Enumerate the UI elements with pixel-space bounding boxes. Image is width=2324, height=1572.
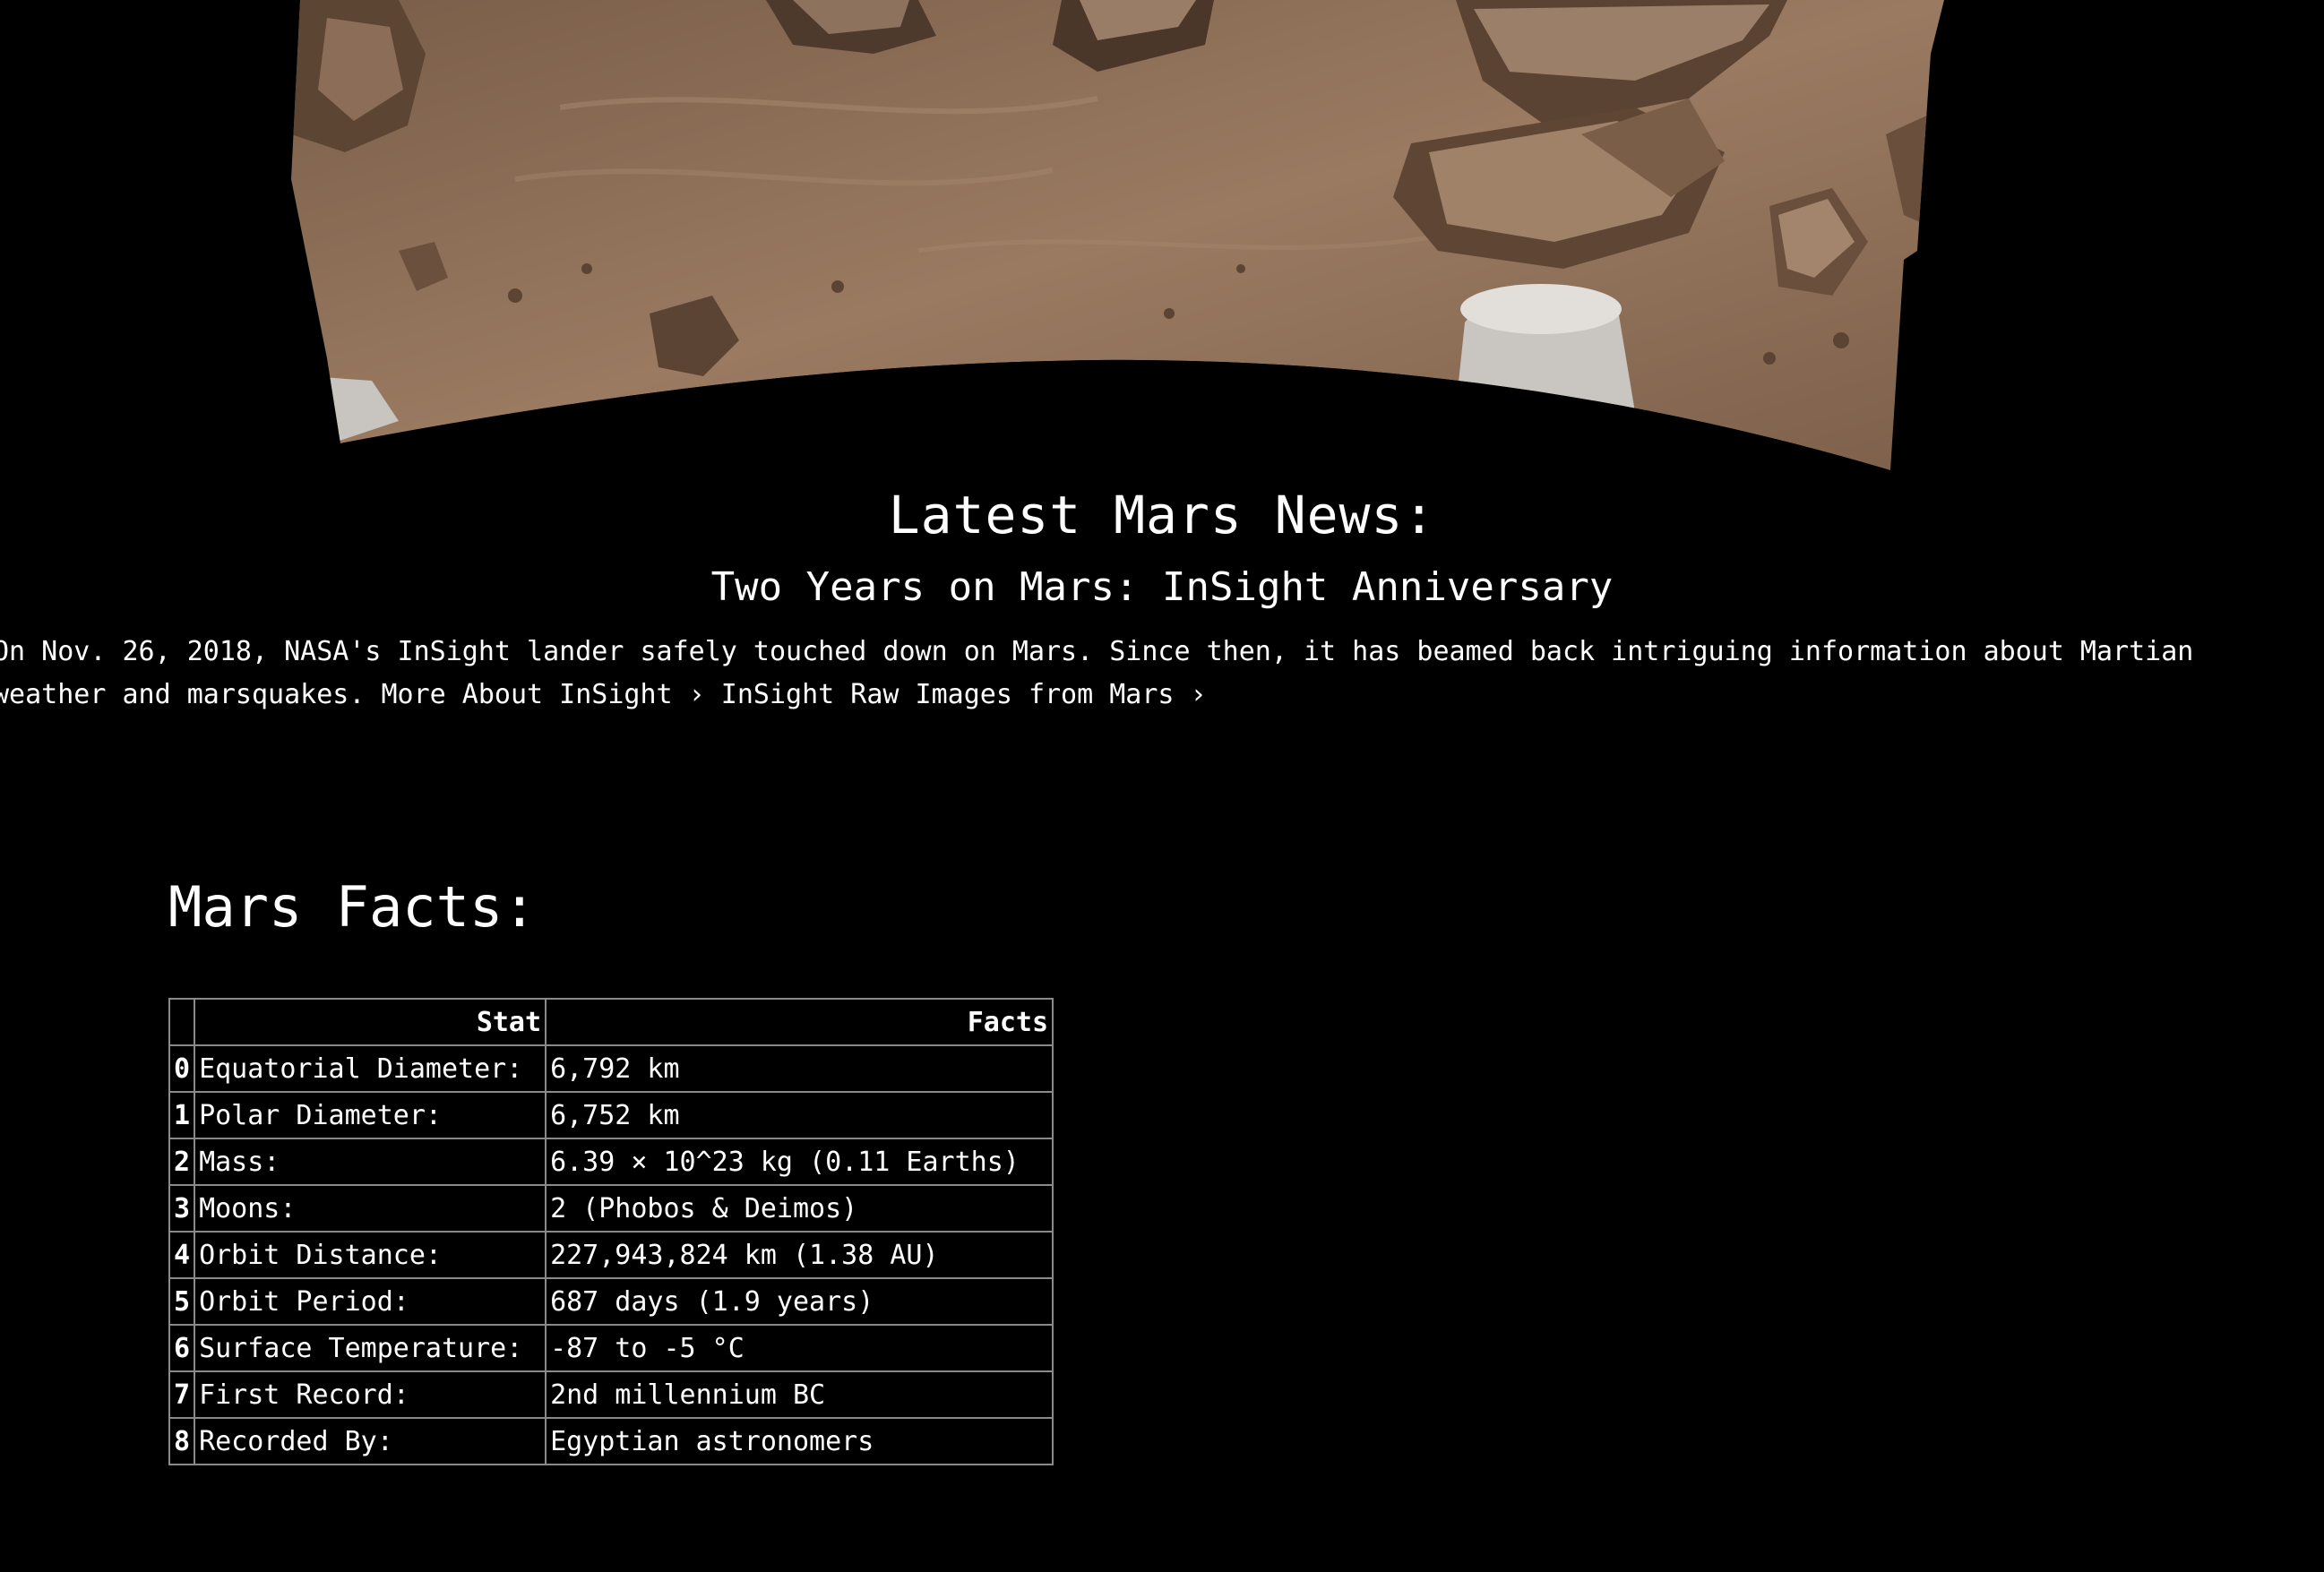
column-header-stat: Stat — [194, 998, 547, 1046]
stat-cell: Equatorial Diameter: — [194, 1044, 547, 1093]
news-paragraph-line-1: On Nov. 26, 2018, NASA's InSight lander … — [0, 636, 2194, 667]
stat-cell: Recorded By: — [194, 1417, 547, 1465]
row-index: 3 — [168, 1184, 196, 1233]
stat-cell: Orbit Period: — [194, 1277, 547, 1326]
table-row: 5 Orbit Period: 687 days (1.9 years) — [168, 1277, 1054, 1326]
fact-cell: Egyptian astronomers — [545, 1417, 1054, 1465]
table-row: 2 Mass: 6.39 × 10^23 kg (0.11 Earths) — [168, 1138, 1054, 1186]
fact-cell: 6,792 km — [545, 1044, 1054, 1093]
fact-cell: 2 (Phobos & Deimos) — [545, 1184, 1054, 1233]
row-index: 5 — [168, 1277, 196, 1326]
table-row: 0 Equatorial Diameter: 6,792 km — [168, 1044, 1054, 1093]
stat-cell: Mass: — [194, 1138, 547, 1186]
stat-cell: Orbit Distance: — [194, 1231, 547, 1279]
news-article-title: Two Years on Mars: InSight Anniversary — [710, 564, 1614, 610]
facts-heading: Mars Facts: — [168, 874, 537, 940]
row-index: 7 — [168, 1370, 196, 1419]
fact-cell: 2nd millennium BC — [545, 1370, 1054, 1419]
table-row: 3 Moons: 2 (Phobos & Deimos) — [168, 1184, 1054, 1233]
row-index: 4 — [168, 1231, 196, 1279]
stat-cell: Surface Temperature: — [194, 1324, 547, 1372]
fact-cell: -87 to -5 °C — [545, 1324, 1054, 1372]
table-row: 1 Polar Diameter: 6,752 km — [168, 1091, 1054, 1139]
column-header-facts: Facts — [545, 998, 1054, 1046]
fact-cell: 227,943,824 km (1.38 AU) — [545, 1231, 1054, 1279]
table-row: 4 Orbit Distance: 227,943,824 km (1.38 A… — [168, 1231, 1054, 1279]
row-index: 0 — [168, 1044, 196, 1093]
table-header-row: Stat Facts — [168, 998, 1054, 1046]
fact-cell: 6.39 × 10^23 kg (0.11 Earths) — [545, 1138, 1054, 1186]
table-row: 8 Recorded By: Egyptian astronomers — [168, 1417, 1054, 1465]
table-row: 7 First Record: 2nd millennium BC — [168, 1370, 1054, 1419]
fact-cell: 6,752 km — [545, 1091, 1054, 1139]
page: Latest Mars News: Two Years on Mars: InS… — [0, 0, 2324, 1572]
row-index: 8 — [168, 1417, 196, 1465]
fact-cell: 687 days (1.9 years) — [545, 1277, 1054, 1326]
row-index: 2 — [168, 1138, 196, 1186]
stat-cell: Polar Diameter: — [194, 1091, 547, 1139]
stat-cell: First Record: — [194, 1370, 547, 1419]
stat-cell: Moons: — [194, 1184, 547, 1233]
mars-facts-table: Stat Facts 0 Equatorial Diameter: 6,792 … — [168, 998, 1054, 1465]
row-index: 1 — [168, 1091, 196, 1139]
news-heading: Latest Mars News: — [888, 485, 1436, 545]
mars-surface-image — [291, 0, 1944, 479]
row-index: 6 — [168, 1324, 196, 1372]
news-paragraph-line-2: weather and marsquakes. More About InSig… — [0, 679, 1207, 710]
table-row: 6 Surface Temperature: -87 to -5 °C — [168, 1324, 1054, 1372]
column-header-index — [168, 998, 196, 1046]
news-article-paragraph: On Nov. 26, 2018, NASA's InSight lander … — [0, 631, 2324, 717]
